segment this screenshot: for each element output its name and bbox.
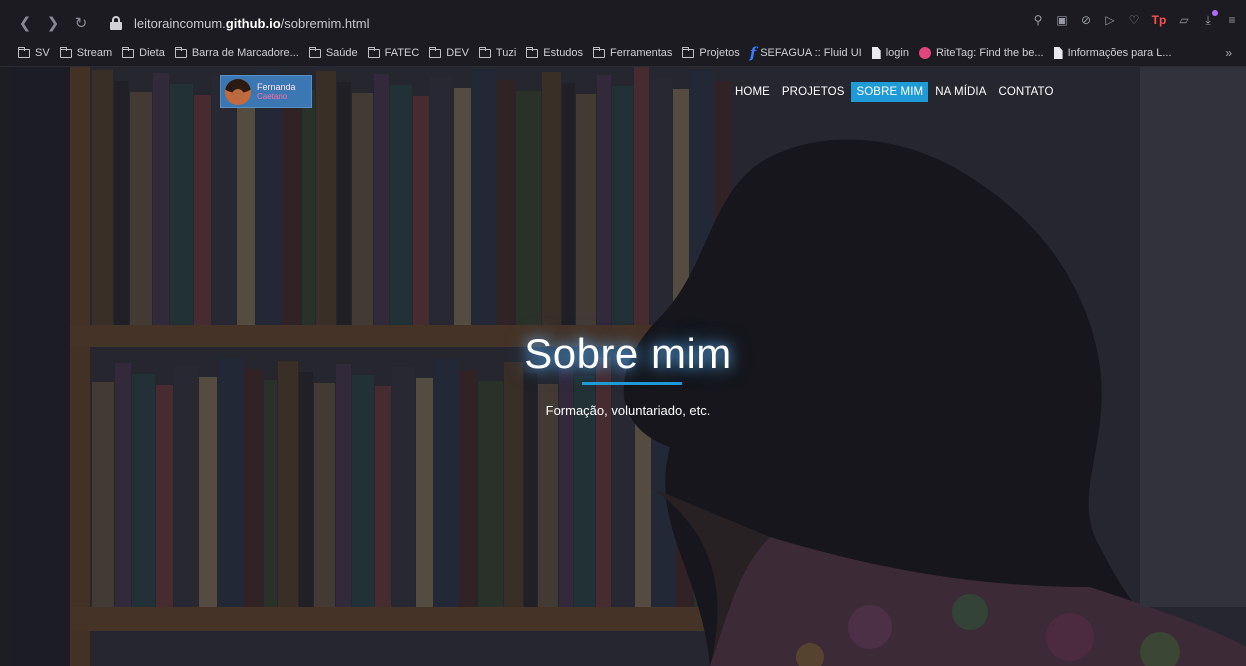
folder-icon <box>18 46 30 58</box>
bookmark-ferramentas[interactable]: Ferramentas <box>593 46 672 59</box>
page-title: Sobre mim <box>524 330 732 377</box>
forward-icon[interactable]: ❯ <box>42 12 64 34</box>
bookmark-estudos[interactable]: Estudos <box>526 46 583 59</box>
bookmark-informacoes[interactable]: Informações para L... <box>1053 47 1172 59</box>
bookmark-sefagua[interactable]: f SEFAGUA :: Fluid UI <box>750 44 862 62</box>
fluid-ui-logo-icon: f <box>749 44 757 62</box>
nav-contato[interactable]: CONTATO <box>993 82 1058 102</box>
bookmark-stream[interactable]: Stream <box>59 46 112 59</box>
folder-icon <box>367 46 380 58</box>
folder-icon <box>122 46 135 58</box>
nav-sobre-mim[interactable]: SOBRE MIM <box>851 82 929 102</box>
folder-icon <box>429 46 442 58</box>
folder-icon <box>308 46 321 58</box>
folder-icon <box>174 46 187 58</box>
bookmarks-bar: SV Stream Dieta Barra de Marcadore... Sa… <box>0 42 1246 64</box>
cube-icon[interactable]: ▱ <box>1176 12 1192 28</box>
bookmark-saude[interactable]: Saúde <box>308 46 358 59</box>
reload-icon[interactable]: ↻ <box>70 12 92 34</box>
bookmark-barra[interactable]: Barra de Marcadore... <box>174 46 299 59</box>
folder-icon <box>526 46 539 58</box>
tp-extension-icon[interactable]: Tp <box>1150 12 1168 28</box>
camera-icon[interactable]: ▣ <box>1054 12 1070 28</box>
document-icon <box>871 47 881 59</box>
logo-text: Fernanda Caetano <box>257 82 296 102</box>
main-nav: HOME PROJETOS SOBRE MIM NA MÍDIA CONTATO <box>730 82 1061 102</box>
logo-name: Fernanda <box>257 81 296 92</box>
url-prefix: leitoraincomum. <box>134 15 226 31</box>
send-icon[interactable]: ▷ <box>1102 12 1118 28</box>
bookmark-projetos[interactable]: Projetos <box>682 46 740 59</box>
bookmark-sv[interactable]: SV <box>18 46 50 59</box>
title-divider <box>582 382 682 385</box>
folder-icon <box>478 46 491 58</box>
address-bar[interactable]: leitoraincomum.github.io/sobremim.html <box>134 16 370 31</box>
bookmarks-more-button[interactable]: » <box>1225 46 1232 60</box>
lock-icon <box>110 16 122 30</box>
bookmark-login[interactable]: login <box>871 47 909 59</box>
back-icon[interactable]: ❮ <box>14 12 36 34</box>
ritetag-icon <box>918 47 931 59</box>
extension-icons: ⚲ ▣ ⊘ ▷ ♡ Tp ▱ ⤓ ≡ <box>1030 10 1240 28</box>
address-bar-row: ❮ ❯ ↻ leitoraincomum.github.io/sobremim.… <box>0 8 1246 38</box>
page-subtitle: Formação, voluntariado, etc. <box>545 403 711 418</box>
bookmark-fatec[interactable]: FATEC <box>367 46 419 59</box>
bookmark-ritetag[interactable]: RiteTag: Find the be... <box>918 47 1044 59</box>
avatar <box>225 78 251 105</box>
search-icon[interactable]: ⚲ <box>1030 12 1046 28</box>
nav-home[interactable]: HOME <box>730 82 775 102</box>
folder-icon <box>593 46 606 58</box>
site-logo[interactable]: Fernanda Caetano <box>220 75 312 108</box>
block-icon[interactable]: ⊘ <box>1078 12 1094 28</box>
folder-icon <box>682 46 695 58</box>
heart-icon[interactable]: ♡ <box>1126 12 1142 28</box>
nav-projetos[interactable]: PROJETOS <box>777 82 850 102</box>
hero-section: Fernanda Caetano HOME PROJETOS SOBRE MIM… <box>10 67 1246 666</box>
bookmark-dev[interactable]: DEV <box>429 46 469 59</box>
nav-na-midia[interactable]: NA MÍDIA <box>930 82 991 102</box>
url-domain: github.io <box>225 15 281 31</box>
bookmark-tuzi[interactable]: Tuzi <box>478 46 516 59</box>
bookmark-dieta[interactable]: Dieta <box>122 46 165 59</box>
menu-icon[interactable]: ≡ <box>1224 12 1240 28</box>
document-icon <box>1053 47 1063 59</box>
logo-subname: Caetano <box>257 91 288 101</box>
browser-chrome: ❮ ❯ ↻ leitoraincomum.github.io/sobremim.… <box>0 0 1246 67</box>
download-icon[interactable]: ⤓ <box>1200 10 1218 28</box>
folder-icon <box>59 46 72 58</box>
url-path: /sobremim.html <box>280 15 370 31</box>
